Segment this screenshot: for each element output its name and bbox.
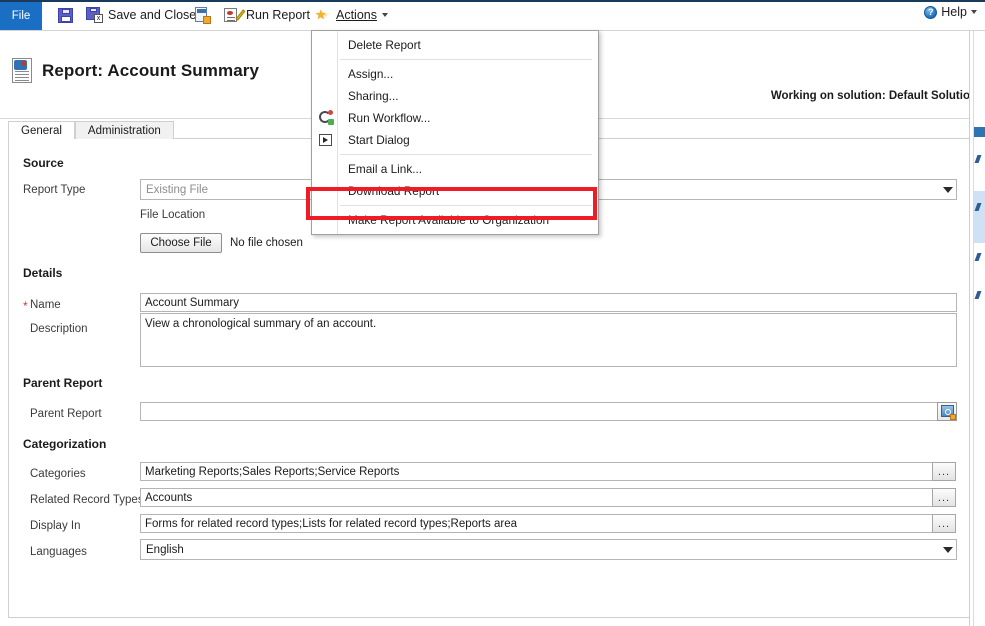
- report-type-chevron-down-icon: [940, 187, 956, 193]
- parent-report-label: Parent Report: [30, 408, 102, 420]
- section-header-source: Source: [23, 156, 64, 170]
- file-tab[interactable]: File: [0, 2, 42, 30]
- related-record-types-label: Related Record Types: [30, 494, 144, 506]
- languages-label: Languages: [30, 546, 87, 558]
- categories-browse-button[interactable]: ...: [932, 462, 956, 481]
- menu-separator: [340, 154, 592, 155]
- display-in-browse-label: ...: [938, 518, 950, 530]
- menu-item-label: Start Dialog: [348, 133, 410, 147]
- save-icon: [58, 8, 73, 23]
- choose-file-button[interactable]: Choose File: [140, 233, 222, 253]
- menu-item-sharing[interactable]: Sharing...: [312, 85, 598, 107]
- dialog-icon: [318, 132, 334, 148]
- workflow-icon: [318, 110, 334, 126]
- menu-item-assign[interactable]: Assign...: [312, 63, 598, 85]
- run-report-button[interactable]: Run Report: [220, 2, 314, 28]
- file-tab-label: File: [12, 10, 31, 22]
- description-label: Description: [30, 323, 88, 335]
- section-header-details: Details: [23, 266, 62, 280]
- menu-item-email-a-link[interactable]: Email a Link...: [312, 158, 598, 180]
- menu-item-label: Assign...: [348, 67, 393, 81]
- parent-report-input[interactable]: [140, 402, 957, 421]
- languages-chevron-down-icon: [940, 547, 956, 553]
- menu-separator: [340, 205, 592, 206]
- languages-value: English: [141, 544, 940, 556]
- menu-separator: [340, 59, 592, 60]
- actions-menu-button[interactable]: ★☞ Actions: [311, 2, 392, 28]
- page-title: Report: Account Summary: [42, 61, 259, 81]
- file-status-text: No file chosen: [230, 237, 303, 249]
- menu-item-delete-report[interactable]: Delete Report: [312, 34, 598, 56]
- new-report-icon: [195, 7, 210, 23]
- menu-item-download-report[interactable]: Download Report: [312, 180, 598, 202]
- help-button[interactable]: ? Help: [924, 5, 977, 19]
- tab-administration-label: Administration: [88, 125, 161, 137]
- languages-select[interactable]: English: [140, 539, 957, 560]
- display-in-label: Display In: [30, 520, 81, 532]
- categories-label: Categories: [30, 468, 86, 480]
- file-location-label: File Location: [140, 209, 205, 221]
- menu-item-run-workflow[interactable]: Run Workflow...: [312, 107, 598, 129]
- display-in-input[interactable]: [140, 514, 934, 533]
- panel-row-mark-3-icon: [975, 253, 982, 261]
- menu-item-label: Run Workflow...: [348, 111, 430, 125]
- run-report-label: Run Report: [246, 8, 310, 22]
- help-icon: ?: [924, 6, 937, 19]
- help-chevron-down-icon: [971, 10, 977, 14]
- help-label: Help: [941, 5, 967, 19]
- crm-report-form-window: File x Save and Close Run Report ★☞: [0, 0, 985, 626]
- report-type-label: Report Type: [23, 184, 85, 196]
- categories-browse-label: ...: [938, 466, 950, 478]
- menu-item-label: Sharing...: [348, 89, 399, 103]
- parent-report-lookup-button[interactable]: [937, 402, 957, 421]
- tab-general[interactable]: General: [8, 121, 75, 139]
- related-record-types-browse-label: ...: [938, 492, 950, 504]
- name-input[interactable]: [140, 293, 957, 312]
- panel-row-mark-4-icon: [975, 291, 982, 299]
- lookup-badge-icon: [950, 414, 956, 420]
- form-tabs: General Administration: [8, 120, 174, 139]
- tab-administration[interactable]: Administration: [75, 121, 174, 139]
- actions-label: Actions: [336, 8, 377, 22]
- actions-dropdown-menu[interactable]: Delete Report Assign... Sharing... Run W…: [311, 30, 599, 235]
- run-report-icon: [224, 8, 241, 23]
- related-record-types-browse-button[interactable]: ...: [932, 488, 956, 507]
- tab-general-label: General: [21, 125, 62, 137]
- panel-divider: [973, 31, 974, 626]
- section-header-parent-report: Parent Report: [23, 376, 102, 390]
- background-panel-sliver: [969, 31, 985, 626]
- name-required-marker: *: [23, 299, 28, 313]
- save-and-close-label: Save and Close: [108, 8, 196, 22]
- solution-context-label: Working on solution: Default Solution: [771, 90, 977, 102]
- save-and-close-icon: x: [86, 7, 103, 23]
- description-textarea[interactable]: [140, 313, 957, 367]
- related-record-types-input[interactable]: [140, 488, 934, 507]
- new-report-button[interactable]: [191, 2, 214, 28]
- panel-header-sliver: [974, 127, 985, 137]
- menu-item-label: Delete Report: [348, 38, 421, 52]
- report-record-icon: [12, 58, 34, 84]
- save-and-close-button[interactable]: x Save and Close: [82, 2, 200, 28]
- save-button[interactable]: [54, 2, 77, 28]
- choose-file-label: Choose File: [150, 237, 211, 249]
- menu-item-label: Email a Link...: [348, 162, 422, 176]
- panel-row-mark-1-icon: [975, 155, 982, 163]
- actions-icon: ★☞: [315, 8, 331, 23]
- menu-item-label: Download Report: [348, 184, 439, 198]
- command-bar: File x Save and Close Run Report ★☞: [0, 0, 985, 31]
- display-in-browse-button[interactable]: ...: [932, 514, 956, 533]
- menu-item-start-dialog[interactable]: Start Dialog: [312, 129, 598, 151]
- chevron-down-icon: [382, 13, 388, 17]
- menu-item-make-report-available-to-organization[interactable]: Make Report Available to Organization: [312, 209, 598, 231]
- section-header-categorization: Categorization: [23, 437, 106, 451]
- panel-selected-row-sliver: [974, 191, 985, 243]
- name-label: Name: [30, 299, 61, 311]
- categories-input[interactable]: [140, 462, 934, 481]
- menu-item-label: Make Report Available to Organization: [348, 213, 549, 227]
